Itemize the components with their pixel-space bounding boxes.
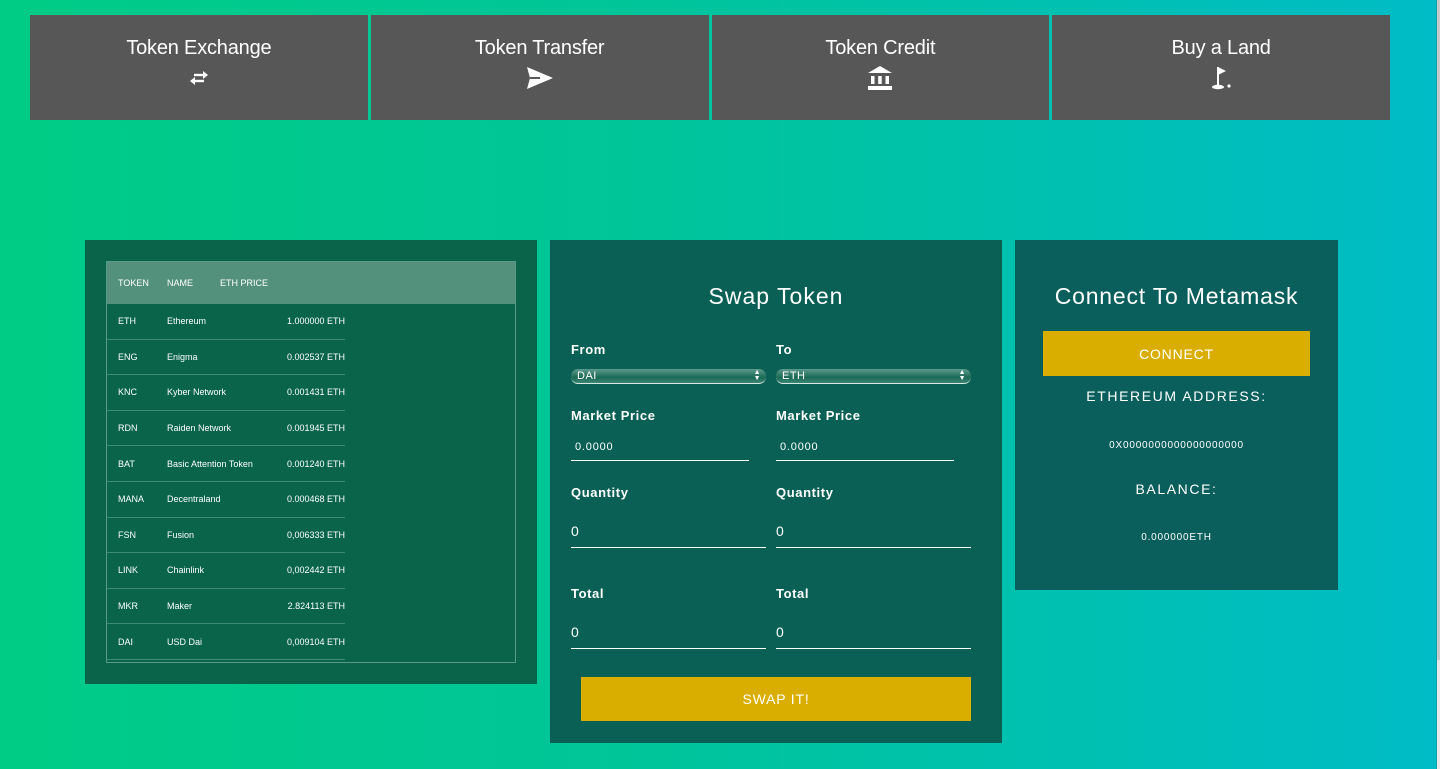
- name-cell: Basic Attention Token: [167, 458, 253, 469]
- from-market-price-input[interactable]: [571, 433, 749, 461]
- name-cell: USD Dai: [167, 636, 203, 647]
- bank-icon: [867, 65, 893, 91]
- from-token-value: DAI: [577, 370, 597, 382]
- balance-value: 0.000000ETH: [1141, 532, 1212, 543]
- eth-price-cell: 0.001945 ETH: [286, 423, 345, 434]
- token-cell: ETH: [118, 316, 136, 327]
- select-arrows-icon: ▲ ▼: [753, 369, 761, 382]
- from-label: From: [571, 342, 606, 357]
- from-quantity-label: Quantity: [571, 485, 629, 500]
- eth-price-cell: 0,009104 ETH: [286, 636, 345, 647]
- token-cell: RDN: [118, 423, 138, 434]
- to-total-input[interactable]: [776, 615, 971, 649]
- swap-token-panel: Swap Token From DAI ▲▼ Market Price Quan…: [550, 240, 1002, 743]
- to-total-label: Total: [776, 586, 810, 601]
- from-total-input[interactable]: [571, 615, 766, 649]
- header-name: NAME: [167, 278, 194, 288]
- table-row: LINK Chainlink 0,002442 ETH: [107, 553, 345, 589]
- name-cell: Decentraland: [167, 494, 221, 505]
- from-market-price-label: Market Price: [571, 408, 656, 423]
- swap-button[interactable]: SWAP IT!: [581, 677, 971, 721]
- to-market-price-input[interactable]: [776, 433, 954, 461]
- eth-price-cell: 0.001240 ETH: [286, 458, 345, 469]
- nav-item-label: Buy a Land: [1171, 37, 1271, 59]
- token-price-panel: TOKEN NAME ETH PRICE ETH Ethereum 1.000000…: [85, 240, 537, 684]
- name-cell: Kyber Network: [167, 387, 227, 398]
- token-cell: ENG: [118, 351, 138, 362]
- from-quantity-input[interactable]: [571, 514, 766, 548]
- header-eth-price: ETH PRICE: [220, 278, 269, 288]
- swap-title: Swap Token: [708, 283, 844, 309]
- name-cell: Maker: [167, 601, 193, 612]
- balance-label: BALANCE:: [1135, 481, 1218, 497]
- eth-price-cell: 1.000000 ETH: [286, 316, 345, 327]
- nav-item-label: Token Transfer: [474, 37, 605, 59]
- eth-price-cell: 2.824113 ETH: [287, 601, 345, 612]
- name-cell: Enigma: [167, 351, 198, 362]
- paper-plane-icon: [526, 65, 554, 91]
- metamask-title: Connect To Metamask: [1054, 283, 1299, 309]
- table-row: FSN Fusion 0,006333 ETH: [107, 518, 345, 554]
- ethereum-address-label: ETHEREUM ADDRESS:: [1086, 388, 1267, 404]
- token-price-table: TOKEN NAME ETH PRICE ETH Ethereum 1.000000…: [106, 261, 516, 663]
- from-token-select[interactable]: DAI ▲ ▼: [571, 369, 766, 384]
- to-quantity-input[interactable]: [776, 514, 971, 548]
- name-cell: Raiden Network: [167, 423, 232, 434]
- eth-price-cell: 0.002537 ETH: [286, 351, 345, 362]
- table-row: BAT Basic Attention Token 0.001240 ETH: [107, 446, 345, 482]
- nav-item-buy-land[interactable]: Buy a Land: [1052, 15, 1390, 120]
- name-cell: Fusion: [167, 529, 195, 540]
- eth-price-cell: 0.001431 ETH: [286, 387, 345, 398]
- from-total-label: Total: [571, 586, 605, 601]
- table-row: ETH Ethereum 1.000000 ETH: [107, 304, 345, 340]
- nav-item-label: Token Exchange: [126, 37, 272, 59]
- token-cell: LINK: [118, 565, 139, 576]
- token-cell: DAI: [118, 636, 134, 647]
- token-cell: FSN: [118, 529, 136, 540]
- table-row: ENG Enigma 0.002537 ETH: [107, 340, 345, 376]
- table-row: MKR Maker 2.824113 ETH: [107, 589, 345, 625]
- ethereum-address-value: 0X0000000000000000000: [1109, 440, 1244, 451]
- to-quantity-label: Quantity: [776, 485, 834, 500]
- token-cell: KNC: [118, 387, 138, 398]
- nav-item-token-exchange[interactable]: Token Exchange: [30, 15, 368, 120]
- top-nav: Token Exchange Token Transfer Token Cred…: [30, 15, 1390, 120]
- table-row: KNC Kyber Network 0.001431 ETH: [107, 375, 345, 411]
- token-cell: BAT: [118, 458, 135, 469]
- connect-button[interactable]: CONNECT: [1043, 331, 1310, 376]
- golf-flag-icon: [1209, 65, 1233, 91]
- table-row: RDN Raiden Network 0.001945 ETH: [107, 411, 345, 447]
- table-header: TOKEN NAME ETH PRICE: [107, 262, 515, 304]
- token-cell: MKR: [118, 601, 138, 612]
- eth-price-cell: 0,006333 ETH: [286, 529, 345, 540]
- eth-price-cell: 0.000468 ETH: [286, 494, 345, 505]
- table-row: DAI USD Dai 0,009104 ETH: [107, 624, 345, 660]
- name-cell: Ethereum: [167, 316, 207, 327]
- page-scrollbar[interactable]: [1436, 0, 1440, 769]
- token-cell: MANA: [118, 494, 145, 505]
- to-token-value: ETH: [782, 370, 806, 382]
- table-body: ETH Ethereum 1.000000 ETH ENG Enigma 0.002537…: [107, 304, 515, 660]
- to-market-price-label: Market Price: [776, 408, 861, 423]
- name-cell: Chainlink: [167, 565, 205, 576]
- header-token: TOKEN: [118, 278, 149, 288]
- eth-price-cell: 0,002442 ETH: [286, 565, 345, 576]
- to-token-select[interactable]: ETH ▲ ▼: [776, 369, 971, 384]
- select-arrows-icon: ▲ ▼: [958, 369, 966, 382]
- to-label: To: [776, 342, 793, 357]
- metamask-panel: Connect To Metamask CONNECT ETHEREUM ADD…: [1015, 240, 1338, 590]
- nav-item-label: Token Credit: [825, 37, 936, 59]
- table-row: MANA Decentraland 0.000468 ETH: [107, 482, 345, 518]
- nav-item-token-credit[interactable]: Token Credit: [711, 15, 1050, 120]
- exchange-arrows-icon: [188, 65, 210, 91]
- nav-item-token-transfer[interactable]: Token Transfer: [370, 15, 709, 120]
